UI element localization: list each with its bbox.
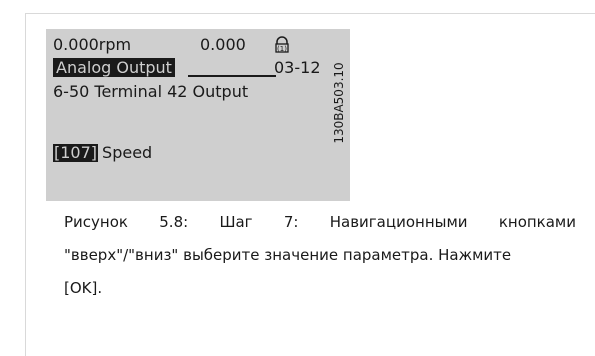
caption-line-3: [OK].	[64, 279, 103, 297]
lcd-parameter-value-line: [107] Speed	[53, 143, 152, 163]
caption-line-2: "вверх"/"вниз" выберите значение парамет…	[64, 246, 512, 264]
figure-code: 130BA503.10	[332, 62, 346, 144]
lcd-parameter-group-number: 03-12	[274, 58, 321, 77]
lock-icon: (1)	[273, 36, 291, 59]
svg-text:(1): (1)	[277, 45, 287, 53]
lcd-parameter-group-label: Analog Output	[53, 58, 175, 77]
lcd-value-readout: 0.000	[200, 35, 246, 54]
lcd-display: 0.000rpm 0.000 (1) Analog Output 03-12 6…	[46, 29, 350, 201]
lcd-value-text: Speed	[102, 143, 153, 162]
lcd-parameter-name: 6-50 Terminal 42 Output	[53, 82, 249, 101]
lcd-rpm-readout: 0.000rpm	[53, 35, 132, 54]
caption-line-1: Рисунок 5.8: Шаг 7: Навигационными кнопк…	[64, 213, 576, 231]
figure-caption: Рисунок 5.8: Шаг 7: Навигационными кнопк…	[64, 206, 576, 305]
lcd-parameter-group-line: Analog Output 03-12	[53, 58, 323, 77]
lcd-underline	[188, 75, 276, 77]
lcd-selected-value: [107]	[53, 143, 99, 162]
